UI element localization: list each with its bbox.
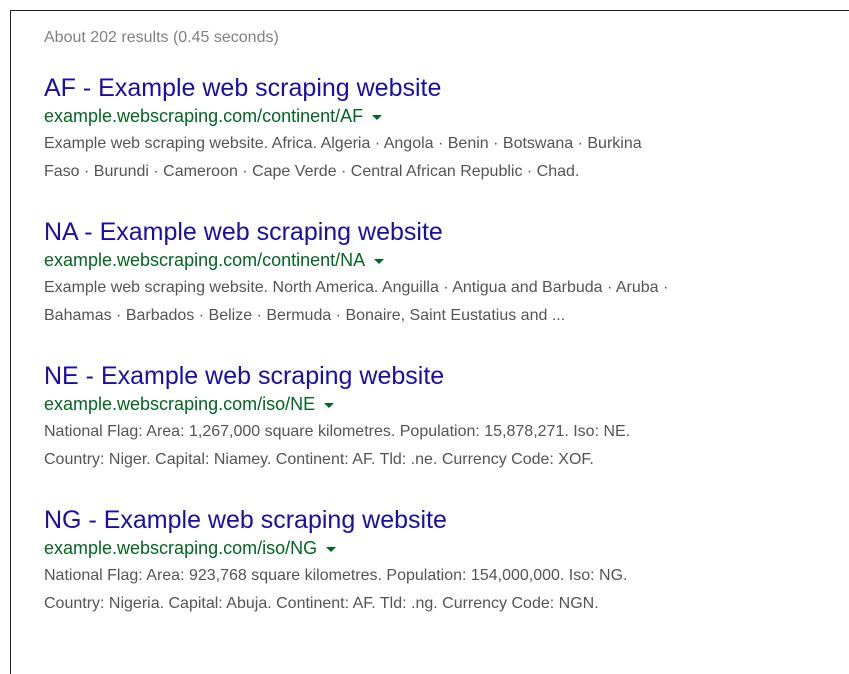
caret-down-icon[interactable] <box>372 114 383 120</box>
caret-down-icon[interactable] <box>324 402 335 408</box>
caret-down-icon[interactable] <box>374 258 385 264</box>
result-url-line: example.webscraping.com/iso/NE <box>44 392 844 416</box>
snippet-line: Faso · Burundi · Cameroon · Cape Verde ·… <box>44 163 580 180</box>
result-snippet: Example web scraping website. Africa. Al… <box>44 130 844 186</box>
result-title-link[interactable]: NA - Example web scraping website <box>44 217 844 247</box>
result-title-link[interactable]: NG - Example web scraping website <box>44 505 844 535</box>
result-url-line: example.webscraping.com/continent/AF <box>44 104 844 128</box>
result-title-link[interactable]: NE - Example web scraping website <box>44 361 844 391</box>
result-url: example.webscraping.com/iso/NE <box>44 394 316 414</box>
search-result: NE - Example web scraping website exampl… <box>44 361 844 474</box>
snippet-line: Country: Niger. Capital: Niamey. Contine… <box>44 451 594 468</box>
snippet-line: National Flag: Area: 923,768 square kilo… <box>44 567 628 584</box>
result-url: example.webscraping.com/continent/NA <box>44 250 366 270</box>
search-result: NG - Example web scraping website exampl… <box>44 505 844 618</box>
result-snippet: National Flag: Area: 923,768 square kilo… <box>44 562 844 618</box>
results-stats: About 202 results (0.45 seconds) <box>44 29 279 46</box>
result-snippet: Example web scraping website. North Amer… <box>44 274 844 330</box>
snippet-line: Bahamas · Barbados · Belize · Bermuda · … <box>44 307 566 324</box>
screenshot-frame-top-border <box>10 10 849 11</box>
screenshot-frame-left-border <box>10 10 11 674</box>
search-result: AF - Example web scraping website exampl… <box>44 73 844 186</box>
caret-down-icon[interactable] <box>326 546 337 552</box>
result-url: example.webscraping.com/continent/AF <box>44 106 364 126</box>
search-results-container: About 202 results (0.45 seconds) AF - Ex… <box>44 26 844 649</box>
snippet-line: National Flag: Area: 1,267,000 square ki… <box>44 423 631 440</box>
search-result: NA - Example web scraping website exampl… <box>44 217 844 330</box>
snippet-line: Country: Nigeria. Capital: Abuja. Contin… <box>44 595 599 612</box>
result-url-line: example.webscraping.com/iso/NG <box>44 536 844 560</box>
snippet-line: Example web scraping website. North Amer… <box>44 279 669 296</box>
snippet-line: Example web scraping website. Africa. Al… <box>44 135 642 152</box>
result-snippet: National Flag: Area: 1,267,000 square ki… <box>44 418 844 474</box>
result-url: example.webscraping.com/iso/NG <box>44 538 318 558</box>
result-title-link[interactable]: AF - Example web scraping website <box>44 73 844 103</box>
result-url-line: example.webscraping.com/continent/NA <box>44 248 844 272</box>
